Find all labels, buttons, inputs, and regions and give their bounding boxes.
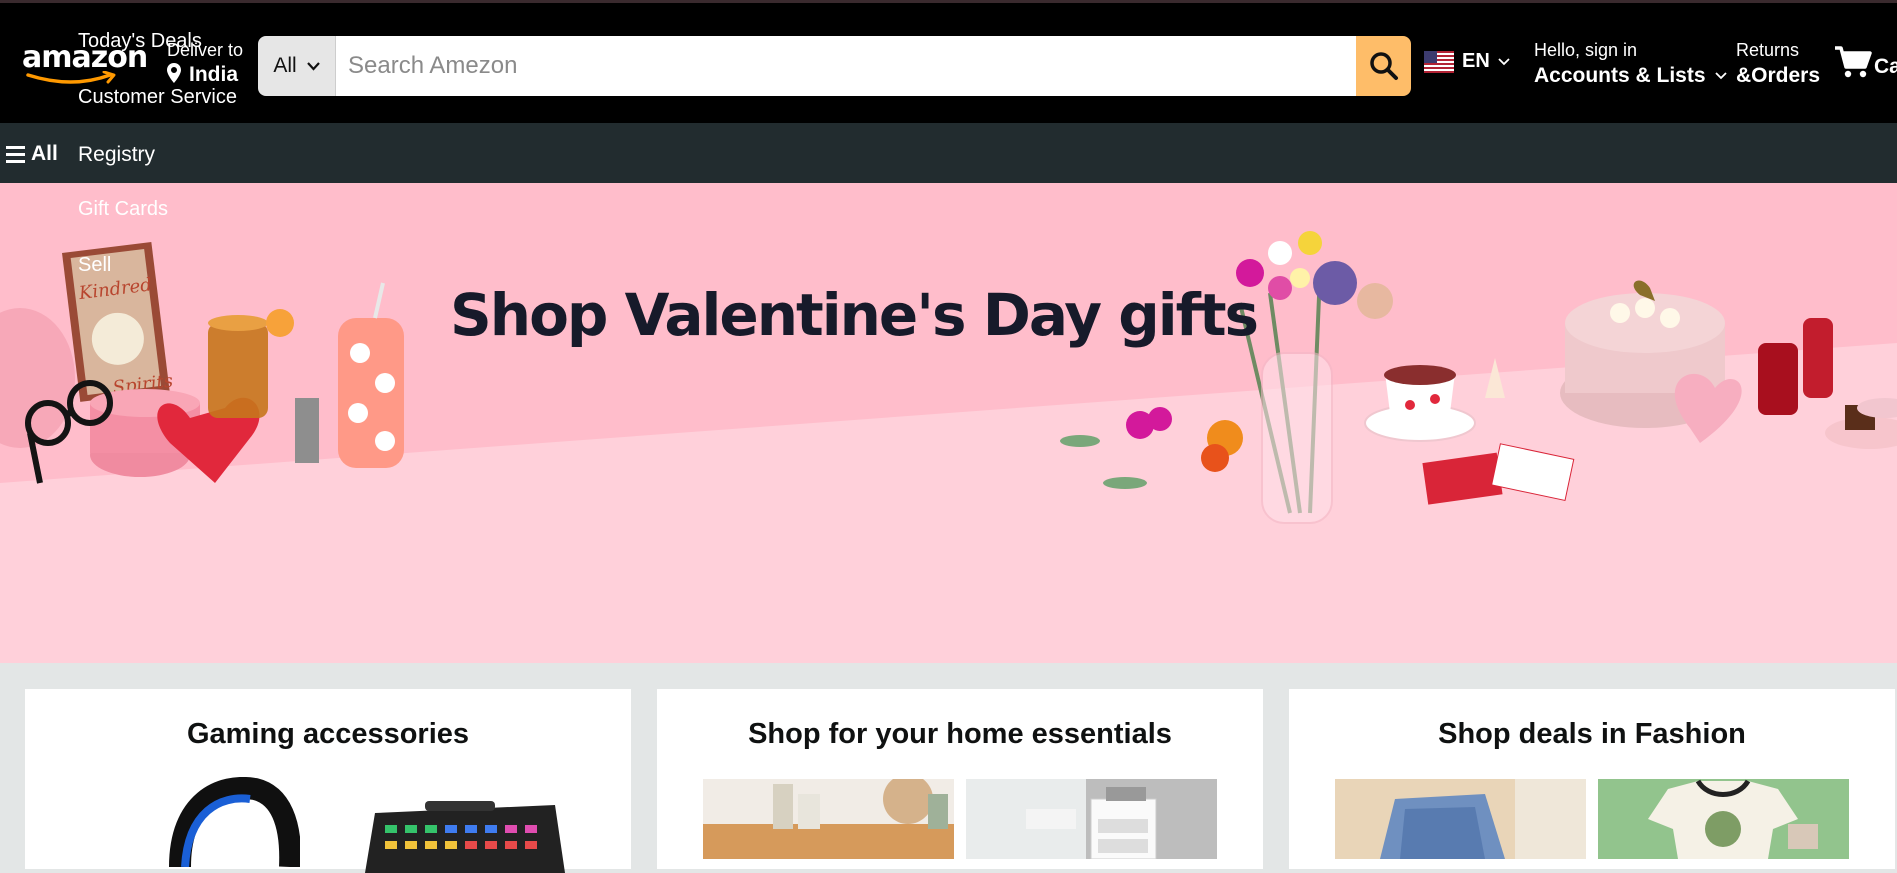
customer-service-link[interactable]: Customer Service (78, 86, 237, 109)
cart-icon (1835, 46, 1872, 78)
language-code: EN (1462, 50, 1490, 72)
card-fashion-deals[interactable]: Shop deals in Fashion (1289, 689, 1895, 869)
deliver-location-text: India (189, 63, 239, 86)
tshirt-image (1648, 779, 1818, 859)
all-menu-button[interactable]: All (6, 142, 58, 166)
card-title: Shop for your home essentials (748, 718, 1172, 750)
amazon-smile-icon (26, 71, 116, 84)
card-home-essentials[interactable]: Shop for your home essentials (657, 689, 1263, 869)
accounts-lists: Accounts & Lists (1534, 64, 1728, 88)
returns-orders[interactable]: Returns &Orders (1736, 40, 1820, 88)
keyboard-image (365, 801, 565, 873)
home-thumb-storage[interactable] (966, 779, 1217, 859)
todays-deals-link[interactable]: Today's Deals (78, 30, 202, 53)
chevron-down-icon (1498, 57, 1510, 65)
home-thumb-cleaning[interactable] (703, 779, 954, 859)
nav-bar: All Registry (0, 123, 1897, 183)
card-title: Shop deals in Fashion (1438, 718, 1746, 750)
search-input[interactable] (336, 36, 1356, 96)
search-icon (1369, 52, 1398, 80)
hero-scene: Kindred Spirits (0, 231, 1897, 663)
hamburger-icon (6, 145, 25, 163)
hero-banner[interactable]: Kindred Spirits Shop Valentine's Day gif… (0, 183, 1897, 663)
header: amazon Deliver to India Today's Deals Cu… (0, 3, 1897, 123)
greeting: Hello, sign in (1534, 40, 1638, 60)
storage-cart-image (966, 779, 1157, 859)
accounts-lists-label: Accounts & Lists (1534, 64, 1706, 87)
card-title: Gaming accessories (186, 718, 470, 750)
deliver-location: India (167, 63, 257, 87)
search-button[interactable] (1356, 36, 1411, 96)
hero-title: Shop Valentine's Day gifts (450, 281, 1259, 349)
fashion-thumb-tshirt[interactable] (1598, 779, 1849, 859)
cleaning-supplies-image (703, 779, 954, 859)
search-category-dropdown[interactable]: All (258, 36, 336, 96)
sell-link[interactable]: Sell (78, 254, 111, 277)
location-pin-icon (167, 63, 181, 83)
chevron-down-icon (306, 61, 320, 71)
language-selector[interactable]: EN (1424, 50, 1510, 73)
returns-label: Returns (1736, 40, 1800, 60)
jeans-image (1380, 779, 1586, 859)
search-category-label: All (273, 54, 297, 77)
orders-label: &Orders (1736, 64, 1821, 87)
gift-cards-link[interactable]: Gift Cards (78, 198, 168, 221)
cart-button[interactable]: Cart (1834, 45, 1897, 79)
headset-image (169, 777, 300, 867)
fashion-thumb-jeans[interactable] (1335, 779, 1586, 859)
chevron-down-icon (1715, 72, 1728, 80)
account-menu[interactable]: Hello, sign in Accounts & Lists (1534, 40, 1728, 88)
search-bar: All (258, 36, 1411, 96)
all-label: All (31, 142, 58, 165)
card-gaming-accessories[interactable]: Gaming accessories (25, 689, 631, 873)
cart-label: Cart (1874, 55, 1897, 78)
us-flag-icon (1424, 50, 1454, 73)
nav-item-registry[interactable]: Registry (78, 143, 155, 167)
